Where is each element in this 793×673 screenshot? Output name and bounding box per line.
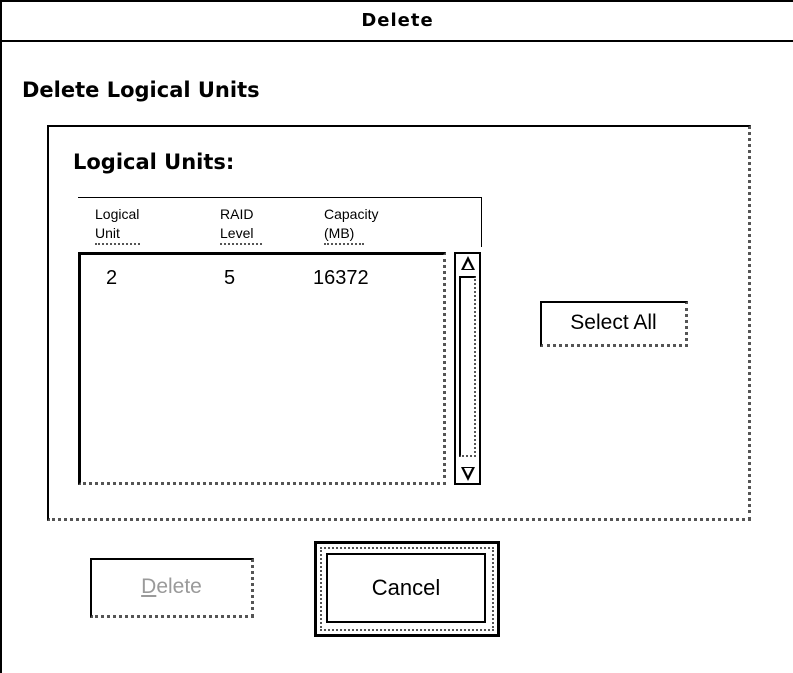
column-header-raid-level: RAID Level (220, 205, 262, 245)
cell-capacity: 16372 (313, 267, 369, 289)
cell-raid-level: 5 (224, 267, 236, 289)
logical-units-group: Logical Units: Logical Unit RAID Level C… (47, 125, 751, 521)
column-header-line1: Logical (95, 206, 140, 222)
delete-label-rest: elete (156, 575, 202, 598)
list-scrollbar[interactable] (454, 252, 481, 485)
scroll-down-arrow-icon[interactable] (461, 467, 475, 481)
delete-dialog-window: Delete Delete Logical Units Logical Unit… (0, 0, 793, 673)
column-header-line1: Capacity (324, 206, 379, 222)
column-header-line2: Level (220, 224, 262, 245)
dialog-heading: Delete Logical Units (22, 78, 260, 102)
cancel-button[interactable]: Cancel (326, 553, 486, 623)
column-header-capacity: Capacity (MB) (324, 205, 378, 245)
logical-units-list[interactable]: 2 5 16372 (78, 252, 446, 485)
delete-mnemonic: D (141, 575, 157, 598)
scrollbar-thumb[interactable] (459, 276, 476, 457)
cell-logical-unit: 2 (106, 267, 118, 289)
column-header-line2: Unit (95, 224, 140, 245)
window-title: Delete (2, 0, 793, 42)
column-header-line2: (MB) (324, 224, 364, 245)
column-header-line1: RAID (220, 206, 254, 222)
column-header-logical-unit: Logical Unit (95, 205, 140, 245)
select-all-button[interactable]: Select All (540, 301, 688, 347)
column-headers: Logical Unit RAID Level Capacity (MB) (78, 197, 482, 247)
cancel-default-frame: Cancel (314, 541, 500, 637)
scroll-up-arrow-icon[interactable] (461, 256, 475, 270)
group-label: Logical Units: (73, 150, 235, 174)
delete-button[interactable]: Delete (90, 558, 254, 618)
